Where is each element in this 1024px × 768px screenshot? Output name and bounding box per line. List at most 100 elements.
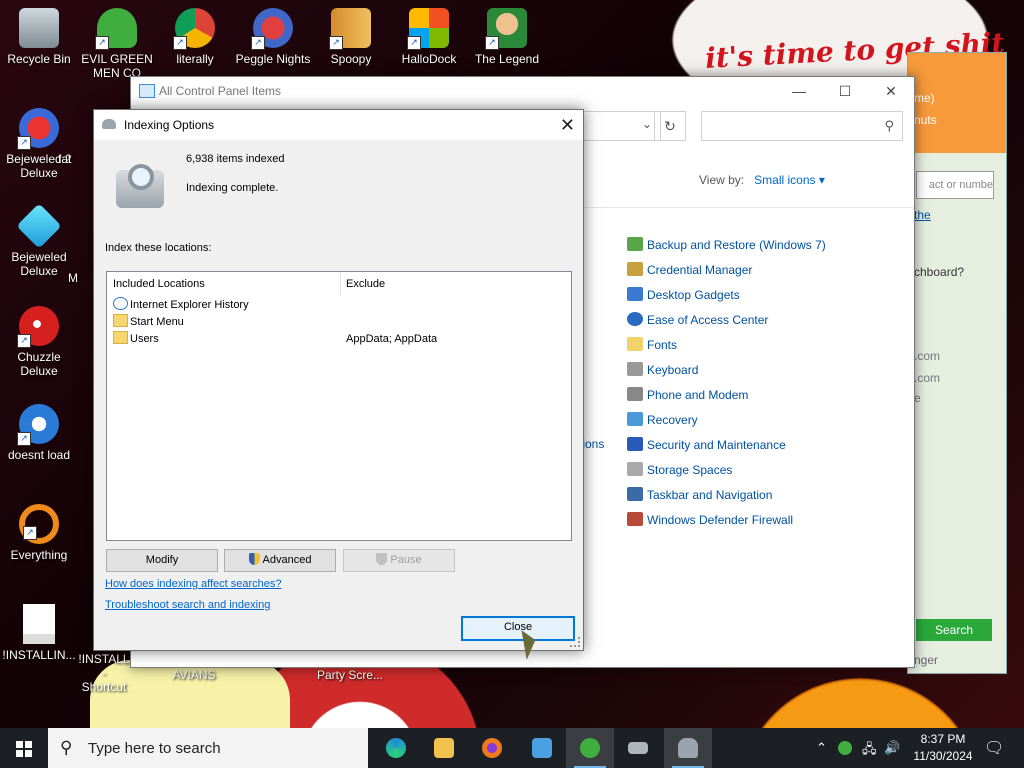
desktop-icon-label: HalloDock	[401, 52, 457, 66]
phone-icon	[627, 387, 643, 401]
desktop-icon-evil-green-men[interactable]: ↗ EVIL GREEN MEN CO	[78, 2, 156, 80]
side-window-text: .com	[914, 349, 941, 363]
network-icon[interactable]: 🖧	[862, 740, 877, 762]
everything-search-icon: ↗	[19, 504, 59, 544]
chevron-up-icon[interactable]: ⌃	[816, 740, 827, 756]
close-window-button[interactable]: ✕	[868, 77, 914, 105]
taskbar-indexing-options[interactable]	[664, 728, 712, 768]
desktop-icon-doesnt-load[interactable]: ↗ doesnt load	[0, 398, 78, 462]
storage-icon	[627, 462, 643, 476]
desktop-icon-bejeweled[interactable]: Bejeweled Deluxe	[0, 200, 78, 278]
desktop-icon-literally[interactable]: ↗ literally	[156, 2, 234, 66]
desktop-icon-installing[interactable]: !INSTALLIN...	[0, 598, 78, 662]
fonts-icon	[627, 337, 643, 351]
side-window-search-button[interactable]: Search	[916, 619, 992, 641]
close-button[interactable]: Close	[461, 616, 575, 641]
desktop-icon-label: !INSTALLIN...	[2, 648, 76, 662]
taskbar-edge[interactable]	[372, 728, 420, 768]
cp-item-storage-spaces[interactable]: Storage Spaces	[627, 460, 732, 480]
taskbar-firefox[interactable]	[468, 728, 516, 768]
address-dropdown[interactable]: ⌄	[571, 111, 661, 141]
cp-item-ease-of-access[interactable]: Ease of Access Center	[627, 310, 768, 330]
refresh-button[interactable]: ↻	[654, 111, 686, 141]
desktop-icon-bejeweled-2[interactable]: ↗ Bejeweled 2 Deluxe	[0, 102, 78, 180]
list-item[interactable]: Internet Explorer History	[113, 297, 249, 314]
folder-icon	[113, 331, 128, 344]
column-header-included[interactable]: Included Locations	[107, 272, 341, 296]
control-panel-search-input[interactable]: ⚲	[701, 111, 903, 141]
taskbar-app[interactable]	[614, 728, 662, 768]
taskbar-search-box[interactable]: ⚲ Type here to search	[48, 728, 368, 768]
list-item[interactable]: Start Menu	[113, 314, 184, 331]
column-header-exclude[interactable]: Exclude	[340, 272, 570, 296]
cp-item-security-maintenance[interactable]: Security and Maintenance	[627, 435, 786, 455]
desktop-icon-install-shortcut[interactable]: !INSTALL - Shortcut	[78, 652, 130, 694]
desktop-icon-party-screen[interactable]: Party Scre...	[310, 668, 390, 682]
side-window-input[interactable]: act or numbe	[916, 171, 994, 199]
minimize-button[interactable]: —	[776, 77, 822, 105]
folder-icon: ↗	[329, 8, 371, 50]
cp-item-keyboard[interactable]: Keyboard	[627, 360, 698, 380]
cp-item-recovery[interactable]: Recovery	[627, 410, 698, 430]
desktop-icon-avians[interactable]: AVIANS	[164, 668, 224, 682]
troubleshoot-link[interactable]: Troubleshoot search and indexing	[105, 599, 270, 611]
window-title: All Control Panel Items	[159, 84, 282, 98]
taskbar-file-explorer[interactable]	[420, 728, 468, 768]
volume-icon[interactable]: 🔊	[884, 740, 900, 756]
cp-item-backup-restore[interactable]: Backup and Restore (Windows 7)	[627, 235, 826, 255]
cp-item-defender-firewall[interactable]: Windows Defender Firewall	[627, 510, 793, 530]
desktop-icon-fat[interactable]: fat	[58, 152, 98, 166]
cp-item-taskbar-navigation[interactable]: Taskbar and Navigation	[627, 485, 772, 505]
desktop-icon-the-legend[interactable]: ↗ The Legend	[468, 2, 546, 66]
desktop-icon-recycle-bin[interactable]: Recycle Bin	[0, 2, 78, 66]
resize-grip-icon[interactable]	[570, 637, 580, 647]
indexing-icon	[678, 738, 698, 758]
taskbar-green-app[interactable]	[566, 728, 614, 768]
cp-item-phone-modem[interactable]: Phone and Modem	[627, 385, 748, 405]
dialog-titlebar: Indexing Options ✕	[94, 110, 583, 140]
uac-shield-icon	[376, 553, 388, 565]
modify-button[interactable]: Modify	[106, 549, 218, 572]
search-placeholder: Type here to search	[88, 740, 221, 757]
start-button[interactable]	[0, 728, 48, 768]
cp-item-desktop-gadgets[interactable]: Desktop Gadgets	[627, 285, 740, 305]
chrome-icon: ↗	[173, 8, 215, 50]
desktop-icon-hallodock[interactable]: ↗ HalloDock	[390, 2, 468, 66]
desktop-icon-everything[interactable]: ↗ Everything	[0, 498, 78, 562]
pause-button[interactable]: Pause	[343, 549, 455, 572]
cp-item-label: Ease of Access Center	[647, 313, 769, 327]
cp-item-credential-manager[interactable]: Credential Manager	[627, 260, 752, 280]
desktop-icon-spoopy[interactable]: ↗ Spoopy	[312, 2, 390, 66]
desktop-icon-label: Party Scre...	[316, 668, 384, 682]
recovery-icon	[627, 412, 643, 426]
cp-item-label: Keyboard	[647, 363, 699, 377]
control-panel-icon	[532, 738, 552, 758]
dialog-title: Indexing Options	[124, 118, 215, 132]
side-window-text: nger	[914, 653, 939, 667]
side-window-link[interactable]: the	[914, 208, 931, 222]
green-men-icon: ↗	[95, 8, 137, 50]
cp-item-label: Credential Manager	[647, 263, 753, 277]
cp-item-fonts[interactable]: Fonts	[627, 335, 677, 355]
indexing-help-link[interactable]: How does indexing affect searches?	[105, 578, 282, 590]
indexing-icon	[102, 119, 116, 129]
view-by-dropdown[interactable]: Small icons ▾	[754, 173, 825, 187]
advanced-button[interactable]: Advanced	[224, 549, 336, 572]
clock[interactable]: 8:37 PM 11/30/2024	[905, 731, 981, 765]
flag-icon	[627, 437, 643, 451]
tray-app-icon[interactable]	[838, 741, 852, 755]
advanced-label: Advanced	[262, 554, 312, 566]
desktop-icon-peggle-nights[interactable]: ↗ Peggle Nights	[234, 2, 312, 66]
clock-date: 11/30/2024	[913, 749, 973, 763]
side-window-header: me) nuts	[908, 53, 1006, 153]
locations-list[interactable]: Included Locations Exclude Internet Expl…	[106, 271, 572, 541]
taskbar-control-panel[interactable]	[518, 728, 566, 768]
maximize-button[interactable]: ☐	[822, 77, 868, 105]
side-search-window: me) nuts act or numbe the chboard? .com …	[907, 52, 1007, 674]
list-item[interactable]: Users AppData; AppData	[113, 331, 437, 348]
notification-icon[interactable]: 🗨	[984, 738, 1004, 758]
desktop-icon-chuzzle[interactable]: ↗ Chuzzle Deluxe	[0, 300, 78, 378]
close-icon[interactable]: ✕	[560, 110, 575, 140]
desktop-icon-label: !INSTALL - Shortcut	[78, 652, 130, 694]
character-icon: ↗	[485, 8, 527, 50]
